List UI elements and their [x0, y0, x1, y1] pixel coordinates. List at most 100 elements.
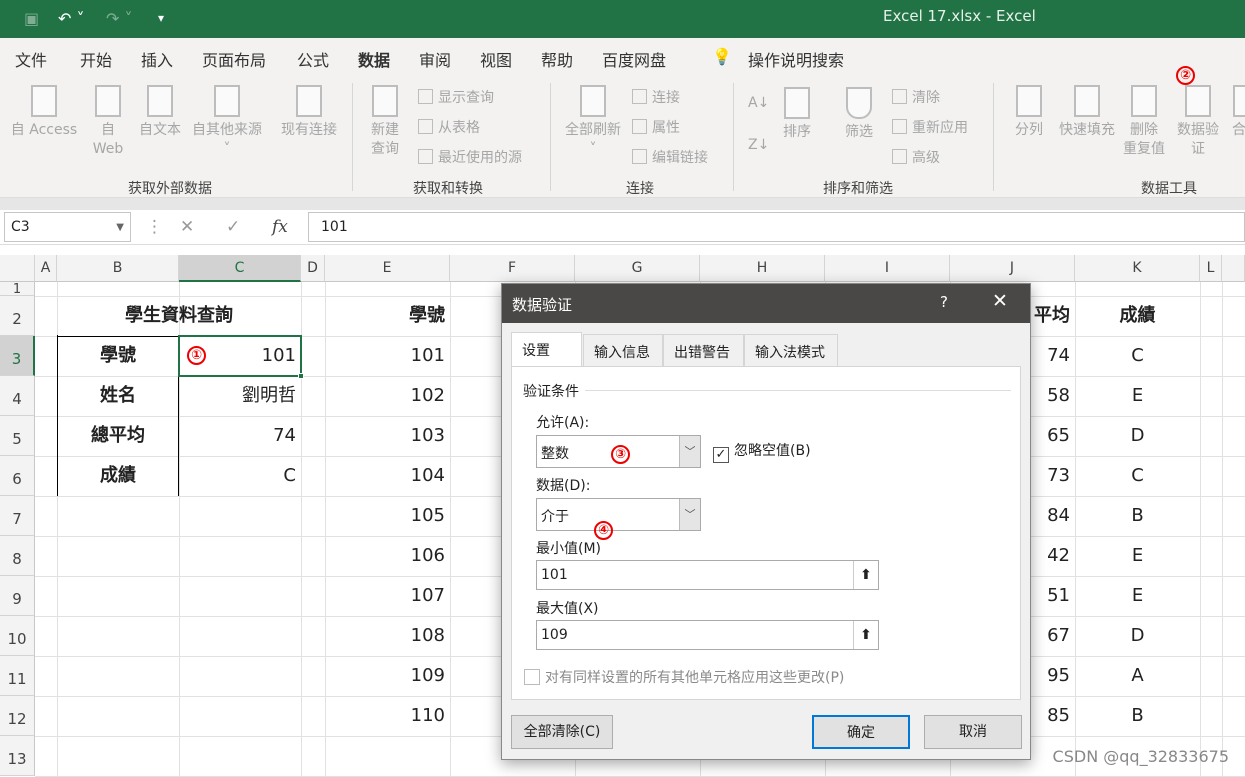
min-value-input[interactable]: 101 ⬆	[536, 560, 879, 590]
connections-button[interactable]: 连接	[632, 87, 680, 107]
cancel-icon[interactable]: ✕	[180, 217, 194, 237]
student-id-cell[interactable]: 105	[325, 496, 450, 536]
student-id-cell[interactable]: 109	[325, 656, 450, 696]
lookup-label[interactable]: 學號	[57, 336, 179, 376]
row-header-6[interactable]: 6	[0, 456, 35, 496]
tab-settings[interactable]: 设置	[511, 332, 582, 367]
grade-cell[interactable]: B	[1075, 696, 1200, 736]
properties-button[interactable]: 属性	[632, 117, 680, 137]
text-to-columns-button[interactable]: 分列	[1008, 85, 1050, 140]
customize-icon[interactable]: ▾	[158, 11, 164, 25]
row-header-11[interactable]: 11	[0, 656, 35, 696]
column-header-k[interactable]: K	[1075, 255, 1200, 282]
sort-asc-icon[interactable]: A↓	[748, 95, 769, 111]
save-icon[interactable]: ▣	[24, 9, 39, 28]
column-header-f[interactable]: F	[450, 255, 575, 282]
refresh-all-button[interactable]: 全部刷新 ˅	[560, 85, 626, 159]
filter-button[interactable]: 筛选	[838, 87, 880, 142]
row-header-2[interactable]: 2	[0, 296, 35, 336]
insert-function-icon[interactable]: fx	[272, 217, 288, 237]
grade-cell[interactable]: C	[1075, 456, 1200, 496]
tab-review[interactable]: 审阅	[419, 47, 451, 71]
collapse-dialog-icon[interactable]: ⬆	[853, 621, 878, 649]
row-header-9[interactable]: 9	[0, 576, 35, 616]
formula-input[interactable]: 101	[308, 212, 1245, 242]
lookup-value[interactable]: 劉明哲	[179, 376, 301, 416]
data-select[interactable]: 介于 ﹀	[536, 498, 701, 531]
show-queries-button[interactable]: 显示查询	[418, 87, 494, 107]
lookup-title[interactable]: 學生資料查詢	[57, 296, 301, 336]
ok-button[interactable]: 确定	[812, 715, 910, 749]
column-header-e[interactable]: E	[325, 255, 450, 282]
reapply-button[interactable]: 重新应用	[892, 117, 968, 137]
grade-cell[interactable]: E	[1075, 536, 1200, 576]
tab-view[interactable]: 视图	[480, 47, 512, 71]
lookup-label[interactable]: 成績	[57, 456, 179, 496]
column-header-a[interactable]: A	[35, 255, 57, 282]
fill-handle[interactable]	[298, 373, 304, 379]
tab-data[interactable]: 数据	[358, 47, 391, 79]
name-box[interactable]: C3 ▼	[4, 212, 131, 242]
column-header[interactable]	[1222, 255, 1245, 282]
column-header-h[interactable]: H	[700, 255, 825, 282]
row-header-4[interactable]: 4	[0, 376, 35, 416]
ignore-blank-checkbox[interactable]: ✓ 忽略空值(B)	[713, 440, 811, 463]
header-student-id[interactable]: 學號	[325, 296, 450, 336]
sort-desc-icon[interactable]: Z↓	[748, 137, 769, 153]
student-id-cell[interactable]: 104	[325, 456, 450, 496]
advanced-filter-button[interactable]: 高级	[892, 147, 940, 167]
tab-error-alert[interactable]: 出错警告	[663, 334, 744, 366]
tab-page-layout[interactable]: 页面布局	[202, 47, 266, 71]
tab-insert[interactable]: 插入	[141, 47, 173, 71]
from-other-sources-button[interactable]: 自其他来源 ˅	[188, 85, 266, 159]
grade-cell[interactable]: E	[1075, 376, 1200, 416]
redo-icon[interactable]: ↷ ˅	[106, 9, 133, 28]
from-web-button[interactable]: 自 Web	[88, 85, 128, 159]
column-header-g[interactable]: G	[575, 255, 700, 282]
clear-filter-button[interactable]: 清除	[892, 87, 940, 107]
student-id-cell[interactable]: 101	[325, 336, 450, 376]
existing-connections-button[interactable]: 现有连接	[278, 85, 340, 140]
lookup-value[interactable]: C	[179, 456, 301, 496]
grade-cell[interactable]: D	[1075, 416, 1200, 456]
recent-sources-button[interactable]: 最近使用的源	[418, 147, 522, 167]
tab-ime-mode[interactable]: 输入法模式	[744, 334, 838, 366]
row-header-3[interactable]: 3	[0, 336, 35, 376]
grade-cell[interactable]: B	[1075, 496, 1200, 536]
apply-all-checkbox[interactable]: 对有同样设置的所有其他单元格应用这些更改(P)	[524, 667, 844, 687]
student-id-cell[interactable]: 107	[325, 576, 450, 616]
header-grade[interactable]: 成績	[1075, 296, 1200, 336]
student-id-cell[interactable]: 102	[325, 376, 450, 416]
close-icon[interactable]: ✕	[992, 290, 1008, 312]
tab-file[interactable]: 文件	[15, 47, 47, 71]
column-header-b[interactable]: B	[57, 255, 179, 282]
from-table-button[interactable]: 从表格	[418, 117, 480, 137]
sort-button[interactable]: 排序	[776, 87, 818, 142]
remove-duplicates-button[interactable]: 删除 重复值	[1120, 85, 1168, 159]
lookup-label[interactable]: 姓名	[57, 376, 179, 416]
grade-cell[interactable]: A	[1075, 656, 1200, 696]
row-header-12[interactable]: 12	[0, 696, 35, 736]
grade-cell[interactable]: E	[1075, 576, 1200, 616]
column-header-d[interactable]: D	[301, 255, 325, 282]
select-all-corner[interactable]	[0, 255, 35, 282]
row-header-8[interactable]: 8	[0, 536, 35, 576]
lookup-label[interactable]: 總平均	[57, 416, 179, 456]
grade-cell[interactable]: D	[1075, 616, 1200, 656]
new-query-button[interactable]: 新建 查询	[362, 85, 408, 159]
tab-home[interactable]: 开始	[80, 47, 112, 71]
from-text-button[interactable]: 自文本	[136, 85, 184, 140]
consolidate-button[interactable]: 合并	[1226, 85, 1245, 140]
from-access-button[interactable]: 自 Access	[8, 85, 80, 140]
flash-fill-button[interactable]: 快速填充	[1056, 85, 1118, 140]
max-value-input[interactable]: 109 ⬆	[536, 620, 879, 650]
student-id-cell[interactable]: 103	[325, 416, 450, 456]
column-header-l[interactable]: L	[1200, 255, 1222, 282]
collapse-dialog-icon[interactable]: ⬆	[853, 561, 878, 589]
tab-formulas[interactable]: 公式	[297, 47, 329, 71]
tab-input-message[interactable]: 输入信息	[583, 334, 663, 366]
column-header-c[interactable]: C	[179, 255, 301, 282]
cancel-button[interactable]: 取消	[924, 715, 1022, 749]
student-id-cell[interactable]: 108	[325, 616, 450, 656]
edit-links-button[interactable]: 编辑链接	[632, 147, 708, 167]
